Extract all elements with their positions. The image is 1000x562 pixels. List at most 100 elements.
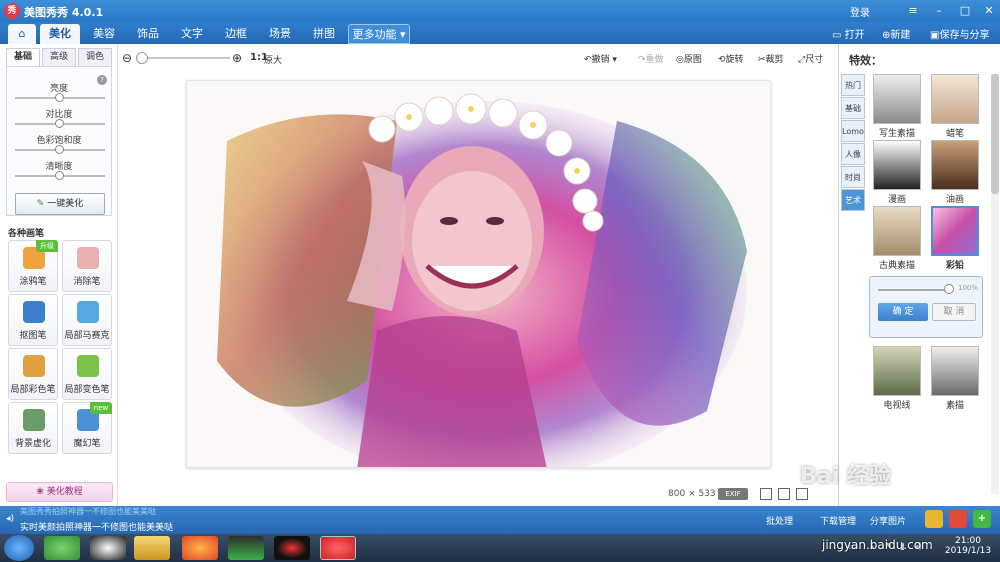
one-click-beautify-button[interactable]: ✎ 一键美化 xyxy=(15,193,105,215)
star-icon[interactable] xyxy=(925,510,943,528)
brush-mosaic[interactable]: 局部马赛克 xyxy=(62,294,112,346)
subtab-color[interactable]: 调色 xyxy=(78,48,112,66)
start-button[interactable] xyxy=(4,535,34,561)
effect-thumb-classic-sketch[interactable] xyxy=(873,206,921,256)
batch-button[interactable]: 批处理 xyxy=(766,514,793,527)
system-clock[interactable]: 21:00 2019/1/13 xyxy=(940,536,996,556)
redo-label: 重做 xyxy=(645,55,664,65)
baidu-watermark: Bai 经验 xyxy=(800,464,891,489)
effects-tab-popular[interactable]: 热门 xyxy=(841,74,865,96)
download-manager-button[interactable]: 下载管理 xyxy=(820,514,856,527)
tab-text[interactable]: 文字 xyxy=(172,24,212,44)
tutorial-button[interactable]: ❀ 美化教程 xyxy=(6,482,113,502)
effects-tab-art[interactable]: 艺术 xyxy=(841,189,865,211)
exif-button[interactable]: EXIF xyxy=(718,488,748,500)
taskbar-app-explorer[interactable] xyxy=(134,536,170,560)
tab-border[interactable]: 边框 xyxy=(216,24,256,44)
open-button[interactable]: ▭ 打开 xyxy=(832,26,865,41)
rotate-button[interactable]: ⟲旋转 xyxy=(718,52,744,65)
marquee-text[interactable]: 实时美颜拍照神器一不修图也能美美哒 xyxy=(20,520,173,533)
effects-tab-fashion[interactable]: 时尚 xyxy=(841,166,865,188)
add-icon[interactable]: + xyxy=(973,510,991,528)
image-dimensions: 800 × 533 xyxy=(668,489,716,499)
subtab-basic[interactable]: 基础 xyxy=(6,48,40,66)
brush-magic[interactable]: new 魔幻笔 xyxy=(62,402,112,454)
scrollbar-thumb[interactable] xyxy=(991,74,999,194)
effect-thumb-tv-lines[interactable] xyxy=(873,346,921,396)
effects-tab-lomo[interactable]: Lomo xyxy=(841,120,865,142)
flower-icon: ❀ xyxy=(36,487,47,497)
effect-thumb-sketch[interactable] xyxy=(873,74,921,124)
brush-label: 抠图笔 xyxy=(19,331,47,341)
brush-label: 局部马赛克 xyxy=(64,331,110,341)
opacity-slider[interactable] xyxy=(878,289,948,291)
taskbar-app-recorder[interactable] xyxy=(274,536,310,560)
effect-label: 漫画 xyxy=(887,195,906,205)
share-image-button[interactable]: 分享图片 xyxy=(870,514,906,527)
contrast-handle[interactable] xyxy=(55,119,64,128)
zoom-out-icon[interactable]: ⊖ xyxy=(122,51,132,65)
original-button[interactable]: ◎原图 xyxy=(676,52,702,65)
cancel-button[interactable]: 取 消 xyxy=(932,303,976,321)
effect-thumb-color-pencil[interactable] xyxy=(931,206,979,256)
brush-recolor[interactable]: 局部变色笔 xyxy=(62,348,112,400)
saturation-handle[interactable] xyxy=(55,145,64,154)
resize-button[interactable]: ⤢尺寸 xyxy=(798,52,823,65)
speaker-icon[interactable]: ◂) xyxy=(6,514,14,524)
brush-background-blur[interactable]: 背景虚化 xyxy=(8,402,58,454)
effect-thumb-crayon[interactable] xyxy=(931,74,979,124)
resize-label: 尺寸 xyxy=(805,55,824,65)
title-bar: 秀 美图秀秀 4.0.1 登录 ≡ – □ ✕ xyxy=(0,0,1000,22)
clock-time: 21:00 xyxy=(955,536,981,546)
folder-icon: ▭ xyxy=(832,30,845,41)
save-share-button[interactable]: ▣保存与分享 xyxy=(930,26,989,41)
crop-button[interactable]: ✂裁剪 xyxy=(758,52,784,65)
tab-accessories[interactable]: 饰品 xyxy=(128,24,168,44)
brush-cutout[interactable]: 抠图笔 xyxy=(8,294,58,346)
taskbar-app-iqiyi[interactable] xyxy=(228,536,264,560)
opacity-handle[interactable] xyxy=(944,284,954,294)
sharpness-handle[interactable] xyxy=(55,171,64,180)
effects-tab-portrait[interactable]: 人像 xyxy=(841,143,865,165)
tab-beauty[interactable]: 美容 xyxy=(84,24,124,44)
login-link[interactable]: 登录 xyxy=(850,4,870,19)
confirm-button[interactable]: 确 定 xyxy=(878,303,928,321)
brush-local-color[interactable]: 局部彩色笔 xyxy=(8,348,58,400)
taskbar-app-meitu[interactable] xyxy=(320,536,356,560)
effects-tab-basic[interactable]: 基础 xyxy=(841,97,865,119)
effect-label: 古典素描 xyxy=(878,261,915,271)
tab-more[interactable]: 更多功能 ▾ xyxy=(348,24,410,44)
brush-graffiti[interactable]: 升级 涂鸦笔 xyxy=(8,240,58,292)
zoom-slider-track[interactable] xyxy=(140,57,230,59)
taskbar-app-firefox[interactable] xyxy=(182,536,218,560)
edited-photo[interactable] xyxy=(186,80,771,468)
effect-thumb-pencil-sketch[interactable] xyxy=(931,346,979,396)
tab-collage[interactable]: 拼图 xyxy=(304,24,344,44)
compare-view-icon[interactable] xyxy=(778,488,790,500)
wand-icon: ✎ xyxy=(36,199,48,209)
home-tab[interactable]: ⌂ xyxy=(8,24,36,44)
effect-thumb-oil[interactable] xyxy=(931,140,979,190)
menu-icon[interactable]: ≡ xyxy=(902,3,924,19)
maximize-button[interactable]: □ xyxy=(954,3,976,19)
tab-scene[interactable]: 场景 xyxy=(260,24,300,44)
original-size-label[interactable]: 原大 xyxy=(264,53,282,66)
minimize-button[interactable]: – xyxy=(928,3,950,19)
single-view-icon[interactable] xyxy=(760,488,772,500)
taskbar-app-360[interactable] xyxy=(44,536,80,560)
brightness-handle[interactable] xyxy=(55,93,64,102)
subtab-advanced[interactable]: 高级 xyxy=(42,48,76,66)
brush-eraser[interactable]: 消除笔 xyxy=(62,240,112,292)
taskbar-app-qq[interactable] xyxy=(90,536,126,560)
effect-thumb-comic[interactable] xyxy=(873,140,921,190)
redo-button[interactable]: ↷重做 xyxy=(638,52,664,65)
weibo-icon[interactable] xyxy=(949,510,967,528)
undo-button[interactable]: ↶撤销 ▾ xyxy=(584,52,617,65)
close-button[interactable]: ✕ xyxy=(978,3,1000,19)
new-button[interactable]: ⊕新建 xyxy=(882,26,910,41)
zoom-in-icon[interactable]: ⊕ xyxy=(232,51,242,65)
tab-beautify[interactable]: 美化 xyxy=(40,24,80,44)
left-panel: 基础 高级 调色 ? 亮度 对比度 色彩饱和度 清晰度 ✎ 一键美化 各种画笔 … xyxy=(0,44,118,506)
effects-scrollbar[interactable] xyxy=(991,74,999,494)
zoom-slider-handle[interactable] xyxy=(136,52,148,64)
